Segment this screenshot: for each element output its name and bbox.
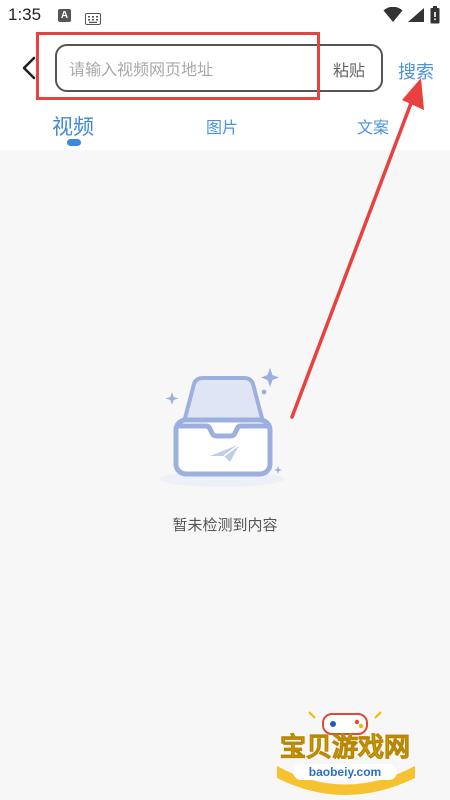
svg-text:宝贝游戏网: 宝贝游戏网 (280, 732, 410, 763)
active-tab-indicator (67, 139, 81, 146)
empty-inbox-icon (160, 362, 290, 496)
back-button[interactable] (18, 54, 42, 82)
tab-copywriting[interactable]: 文案 (357, 114, 389, 138)
tab-images[interactable]: 图片 (206, 114, 238, 138)
battery-icon (430, 6, 440, 28)
keyboard-icon (85, 10, 101, 29)
back-arrow-icon (22, 56, 36, 80)
a-icon: A (58, 9, 71, 22)
status-bar: 1:35 A (0, 0, 450, 32)
signal-icon (407, 7, 425, 27)
search-input[interactable] (69, 57, 319, 81)
tab-video[interactable]: 视频 (52, 111, 94, 141)
search-button[interactable]: 搜索 (398, 58, 434, 84)
paste-button[interactable]: 粘贴 (333, 57, 365, 81)
watermark-logo: 宝贝游戏网 baobeiy.com (265, 708, 425, 798)
wifi-icon (383, 6, 403, 27)
search-box: 粘贴 (55, 44, 383, 92)
empty-state-message: 暂未检测到内容 (172, 516, 278, 534)
header: 粘贴 搜索 视频 图片 文案 (0, 32, 450, 150)
status-time: 1:35 (8, 5, 42, 24)
svg-text:baobeiy.com: baobeiy.com (309, 765, 381, 779)
